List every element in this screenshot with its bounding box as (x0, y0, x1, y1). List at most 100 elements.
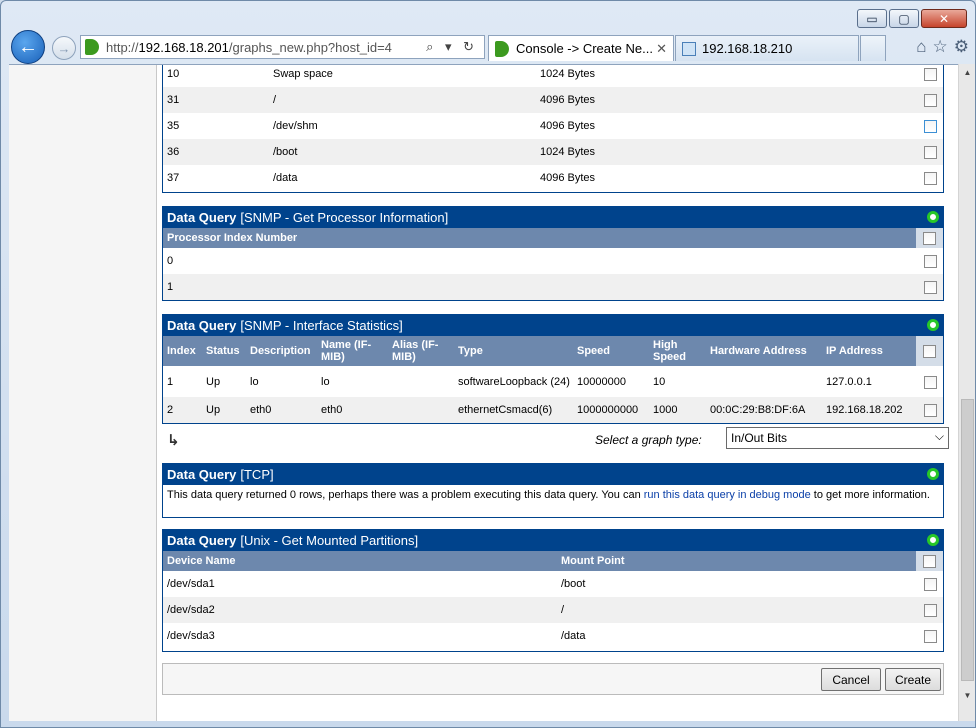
row-size: 1024 Bytes (540, 68, 596, 80)
vertical-scrollbar[interactable]: ▲ ▼ (958, 64, 975, 721)
row-index: 31 (167, 94, 180, 106)
column-header: Name (IF-MIB) (321, 339, 372, 363)
left-navigation-pane (9, 65, 157, 721)
star-icon[interactable]: ☆ (933, 37, 948, 57)
column-header: Description (250, 345, 311, 357)
row-checkbox[interactable] (924, 630, 937, 643)
row-checkbox[interactable] (924, 68, 937, 81)
column-header-row: Processor Index Number (163, 228, 943, 248)
forward-button[interactable]: → (52, 36, 76, 60)
row-high-speed: 1000 (653, 404, 678, 416)
close-tab-icon[interactable]: ✕ (656, 41, 667, 57)
row-status: Up (206, 404, 221, 416)
row-name: Swap space (273, 68, 333, 80)
page-viewport: 10 Swap space 1024 Bytes 31 / 4096 Bytes… (9, 64, 960, 721)
row-hardware-address: 00:0C:29:B8:DF:6A (710, 404, 806, 416)
row-high-speed: 10 (653, 375, 666, 388)
table-row: 36 /boot 1024 Bytes (163, 139, 943, 165)
panel-title: [Unix - Get Mounted Partitions] (240, 533, 419, 548)
graph-type-value: In/Out Bits (731, 431, 788, 445)
select-all-checkbox[interactable] (923, 232, 936, 245)
row-size: 1024 Bytes (540, 146, 596, 158)
select-all-cell (916, 228, 943, 248)
row-mount: /boot (561, 578, 586, 590)
row-index: 36 (167, 146, 180, 158)
row-index: 35 (167, 120, 180, 132)
column-header-row: Index Status Description Name (IF-MIB) A… (163, 336, 943, 366)
row-size: 4096 Bytes (540, 120, 596, 132)
minimize-button[interactable]: ▭ (857, 9, 887, 28)
select-all-cell (916, 336, 943, 366)
row-checkbox[interactable] (924, 255, 937, 268)
row-ip-address: 127.0.0.1 (826, 375, 872, 388)
row-name: / (273, 94, 277, 106)
panel-title-bold: Data Query (167, 318, 237, 333)
row-name: /boot (273, 146, 298, 158)
row-checkbox[interactable] (924, 120, 937, 133)
tab-host[interactable]: 192.168.18.210 (675, 35, 859, 61)
tab-label: Console -> Create Ne... (516, 41, 653, 56)
table-row: /dev/sda2 / (163, 597, 943, 623)
row-checkbox[interactable] (924, 375, 937, 389)
row-name: eth0 (321, 404, 343, 416)
debug-mode-link[interactable]: run this data query in debug mode (644, 489, 811, 501)
back-button[interactable]: ← (11, 30, 45, 64)
row-speed: 1000000000 (577, 404, 639, 416)
select-all-checkbox[interactable] (923, 555, 936, 568)
scroll-down-icon[interactable]: ▼ (959, 687, 976, 704)
column-header: High Speed (653, 339, 687, 363)
status-ring-icon (927, 211, 939, 223)
scrollbar-thumb[interactable] (961, 399, 974, 681)
gear-icon[interactable]: ⚙ (954, 37, 969, 57)
home-icon[interactable]: ⌂ (916, 37, 926, 57)
panel-title-bold: Data Query (167, 210, 237, 225)
page-icon (682, 41, 696, 56)
graph-type-select[interactable]: In/Out Bits ⌵ (726, 427, 949, 449)
row-checkbox[interactable] (924, 404, 937, 417)
url-text[interactable]: http://192.168.18.201/graphs_new.php?hos… (106, 40, 392, 55)
new-tab-button[interactable] (860, 35, 886, 61)
panel-title-bold: Data Query (167, 467, 237, 482)
column-header: Device Name (167, 555, 236, 567)
tab-console[interactable]: Console -> Create Ne... ✕ (488, 35, 674, 61)
table-row: 2 Up eth0 eth0 ethernetCsmacd(6) 1000000… (163, 397, 943, 423)
column-header: Alias (IF-MIB) (392, 339, 439, 363)
panel-header: Data Query [TCP] (163, 464, 943, 485)
address-bar[interactable]: http://192.168.18.201/graphs_new.php?hos… (80, 35, 485, 59)
form-actions-bar: Cancel Create (162, 663, 944, 695)
row-checkbox[interactable] (924, 146, 937, 159)
table-row: 35 /dev/shm 4096 Bytes (163, 113, 943, 139)
cancel-button[interactable]: Cancel (821, 668, 881, 691)
interface-query-panel: Data Query [SNMP - Interface Statistics]… (162, 314, 944, 424)
row-device: /dev/sda3 (167, 630, 215, 642)
column-header: Index (167, 345, 196, 357)
search-refresh-icon[interactable]: ⌕ ▾ ↻ (426, 39, 478, 55)
maximize-button[interactable]: ▢ (889, 9, 919, 28)
row-speed: 10000000 (577, 375, 626, 388)
panel-title: [TCP] (240, 467, 274, 482)
table-row: 10 Swap space 1024 Bytes (163, 65, 943, 87)
row-checkbox[interactable] (924, 94, 937, 107)
scroll-up-icon[interactable]: ▲ (959, 64, 976, 81)
back-arrow-icon: ← (18, 35, 38, 58)
row-checkbox[interactable] (924, 578, 937, 591)
row-device: /dev/sda1 (167, 578, 215, 590)
graph-type-label: Select a graph type: (595, 433, 702, 447)
row-checkbox[interactable] (924, 281, 937, 294)
panel-title: [SNMP - Get Processor Information] (240, 210, 449, 225)
row-mount: / (561, 604, 565, 616)
row-index: 1 (167, 281, 174, 293)
select-all-checkbox[interactable] (923, 345, 936, 358)
column-header: Mount Point (561, 555, 625, 567)
toolbar-icons: ⌂ ☆ ⚙ (916, 37, 969, 57)
panel-header: Data Query [SNMP - Interface Statistics] (163, 315, 943, 336)
table-row: 1 (163, 274, 943, 300)
status-ring-icon (927, 534, 939, 546)
processor-query-panel: Data Query [SNMP - Get Processor Informa… (162, 206, 944, 301)
row-checkbox[interactable] (924, 172, 937, 185)
table-row: 0 (163, 248, 943, 274)
row-ip-address: 192.168.18.202 (826, 404, 903, 416)
row-checkbox[interactable] (924, 604, 937, 617)
close-window-button[interactable]: ✕ (921, 9, 967, 28)
create-button[interactable]: Create (885, 668, 941, 691)
